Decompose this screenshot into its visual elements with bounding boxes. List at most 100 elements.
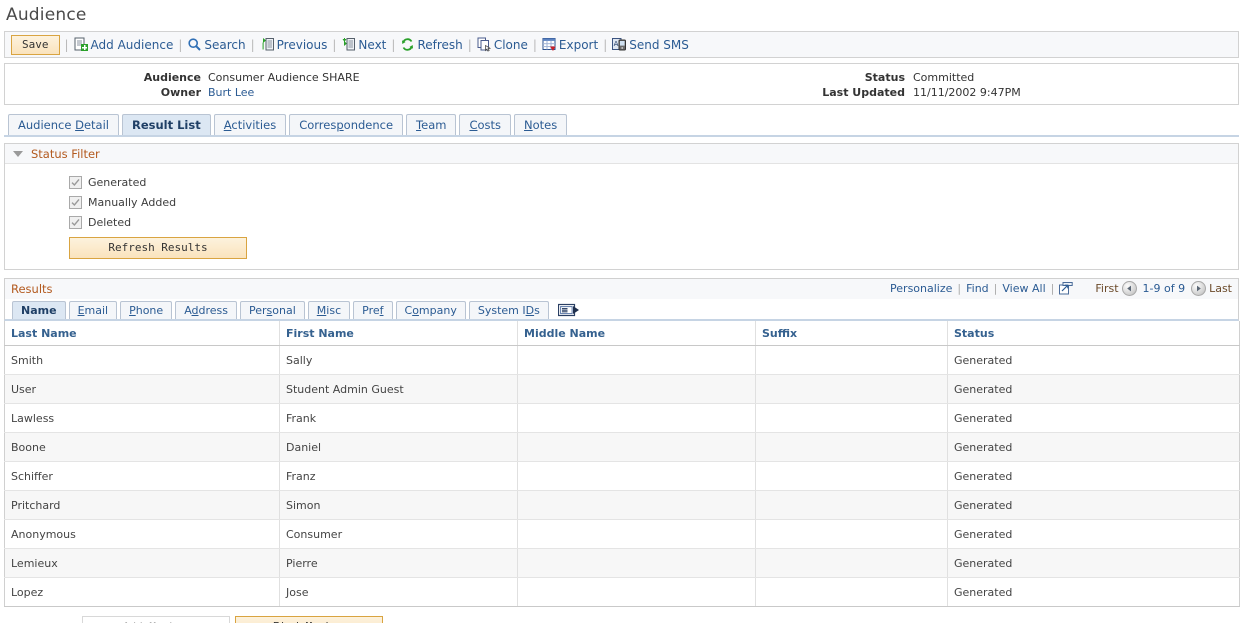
subtab-label-pre: Pre [362, 304, 380, 317]
cell-middle-name [518, 346, 756, 375]
save-button[interactable]: Save [11, 35, 60, 55]
toolbar-separator: | [598, 38, 612, 52]
find-link[interactable]: Find [966, 282, 989, 295]
results-subtabs: Name Email Phone Address Personal Misc P… [4, 299, 1239, 321]
tab-accelerator: p [336, 118, 343, 132]
last-updated-value: 11/11/2002 9:47PM [913, 86, 1021, 99]
table-row[interactable]: Schiffer Franz Generated [5, 462, 1240, 491]
subtab-misc[interactable]: Misc [308, 301, 350, 319]
column-header-status[interactable]: Status [948, 321, 1240, 346]
column-header-last-name[interactable]: Last Name [5, 321, 280, 346]
subtab-accelerator: o [412, 304, 419, 317]
export-button[interactable]: Export [542, 37, 598, 52]
table-row[interactable]: Smith Sally Generated [5, 346, 1240, 375]
cell-last-name: Boone [5, 433, 280, 462]
refresh-results-button[interactable]: Refresh Results [69, 237, 247, 259]
next-button[interactable]: Next [341, 37, 386, 52]
cell-middle-name [518, 520, 756, 549]
checkbox-row-deleted[interactable]: Deleted [69, 212, 1238, 232]
cell-suffix [756, 549, 948, 578]
subtab-name[interactable]: Name [12, 301, 66, 319]
cell-last-name: Anonymous [5, 520, 280, 549]
view-all-link[interactable]: View All [1002, 282, 1045, 295]
status-filter-header[interactable]: Status Filter [5, 144, 1238, 164]
table-row[interactable]: Boone Daniel Generated [5, 433, 1240, 462]
subtab-label-pre: Name [21, 304, 57, 317]
add-member-button: Add Member [82, 616, 230, 623]
refresh-icon [400, 37, 415, 52]
subtab-phone[interactable]: Phone [120, 301, 172, 319]
cell-suffix [756, 404, 948, 433]
cell-first-name: Consumer [280, 520, 518, 549]
checkbox-generated[interactable] [69, 176, 82, 189]
cell-last-name: Lopez [5, 578, 280, 607]
owner-label: Owner [161, 86, 201, 99]
cell-status: Generated [948, 578, 1240, 607]
toolbar-separator: | [327, 38, 341, 52]
table-row[interactable]: User Student Admin Guest Generated [5, 375, 1240, 404]
left-arrow-icon[interactable] [1122, 281, 1137, 296]
cell-suffix [756, 433, 948, 462]
previous-button[interactable]: Previous [260, 37, 328, 52]
tab-label-post: osts [477, 118, 501, 132]
column-header-middle-name[interactable]: Middle Name [518, 321, 756, 346]
status-value: Committed [913, 71, 974, 84]
cell-last-name: Lawless [5, 404, 280, 433]
tab-result-list[interactable]: Result List [122, 114, 211, 135]
chevron-down-icon[interactable] [13, 151, 23, 157]
subtab-label-post: s [534, 304, 540, 317]
clone-button[interactable]: Clone [477, 37, 528, 52]
tab-label-post: etail [84, 118, 109, 132]
page-title: Audience [0, 0, 1243, 31]
show-next-tabs-icon[interactable] [558, 303, 580, 318]
table-row[interactable]: Lopez Jose Generated [5, 578, 1240, 607]
tab-accelerator: N [524, 118, 533, 132]
table-row[interactable]: Lawless Frank Generated [5, 404, 1240, 433]
tab-activities[interactable]: Activities [214, 114, 286, 135]
refresh-results-wrap: Refresh Results [69, 237, 1238, 259]
table-row[interactable]: Anonymous Consumer Generated [5, 520, 1240, 549]
tab-label-post: ctivities [231, 118, 276, 132]
column-header-suffix[interactable]: Suffix [756, 321, 948, 346]
last-page-link[interactable]: Last [1209, 282, 1232, 295]
add-audience-button[interactable]: Add Audience [74, 37, 174, 52]
owner-value-link[interactable]: Burt Lee [208, 86, 254, 99]
tab-label-post: otes [533, 118, 558, 132]
table-row[interactable]: Pritchard Simon Generated [5, 491, 1240, 520]
cell-first-name: Franz [280, 462, 518, 491]
checkbox-label-deleted: Deleted [88, 216, 131, 229]
checkbox-manually-added[interactable] [69, 196, 82, 209]
subtab-personal[interactable]: Personal [240, 301, 305, 319]
checkbox-row-manually-added[interactable]: Manually Added [69, 192, 1238, 212]
cell-status: Generated [948, 520, 1240, 549]
send-sms-button[interactable]: A Send SMS [612, 37, 689, 52]
subtab-company[interactable]: Company [396, 301, 466, 319]
subtab-email[interactable]: Email [69, 301, 118, 319]
tab-costs[interactable]: Costs [459, 114, 511, 135]
last-updated-label-field: Last Updated [705, 86, 905, 99]
column-header-first-name[interactable]: First Name [280, 321, 518, 346]
right-arrow-icon[interactable] [1191, 281, 1206, 296]
find-member-button[interactable]: Find Member [235, 616, 383, 623]
subtab-label-post: onal [272, 304, 296, 317]
subtab-pref[interactable]: Pref [353, 301, 392, 319]
tab-correspondence[interactable]: Correspondence [289, 114, 403, 135]
expand-grid-icon[interactable] [1059, 282, 1073, 295]
checkbox-deleted[interactable] [69, 216, 82, 229]
search-label: Search [204, 38, 245, 52]
tab-audience-detail[interactable]: Audience Detail [8, 114, 119, 135]
search-button[interactable]: Search [187, 37, 245, 52]
tab-label-post: eam [421, 118, 446, 132]
checkbox-label-generated: Generated [88, 176, 146, 189]
next-label: Next [358, 38, 386, 52]
audience-page: Audience Save | Add Audience | [0, 0, 1243, 623]
refresh-button[interactable]: Refresh [400, 37, 462, 52]
first-page-link[interactable]: First [1095, 282, 1118, 295]
tab-notes[interactable]: Notes [514, 114, 567, 135]
tab-team[interactable]: Team [406, 114, 456, 135]
personalize-link[interactable]: Personalize [890, 282, 952, 295]
checkbox-row-generated[interactable]: Generated [69, 172, 1238, 192]
table-row[interactable]: Lemieux Pierre Generated [5, 549, 1240, 578]
subtab-address[interactable]: Address [175, 301, 237, 319]
subtab-system-ids[interactable]: System IDs [469, 301, 549, 319]
